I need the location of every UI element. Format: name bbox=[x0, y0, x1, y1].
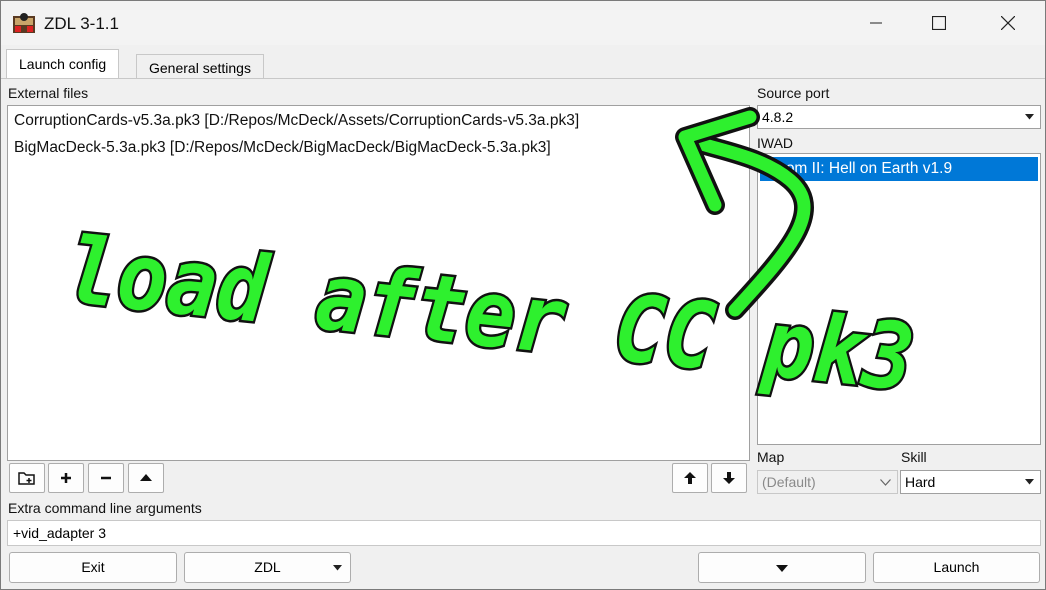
chevron-down-icon bbox=[880, 479, 891, 486]
source-port-label: Source port bbox=[757, 85, 830, 101]
add-file-button[interactable] bbox=[48, 463, 84, 493]
add-folder-icon bbox=[18, 472, 35, 485]
iwad-label: IWAD bbox=[757, 135, 794, 151]
launch-options-button[interactable] bbox=[698, 552, 866, 583]
maximize-icon bbox=[932, 16, 946, 30]
triangle-down-icon bbox=[776, 565, 788, 572]
exit-button[interactable]: Exit bbox=[9, 552, 177, 583]
title-bar: ZDL 3-1.1 bbox=[1, 1, 1045, 45]
move-up-button[interactable] bbox=[672, 463, 708, 493]
chevron-down-icon bbox=[1025, 114, 1034, 120]
map-value: (Default) bbox=[762, 474, 816, 490]
minimize-button[interactable] bbox=[853, 1, 899, 45]
arrow-down-icon bbox=[723, 472, 735, 484]
tab-general-settings[interactable]: General settings bbox=[136, 54, 264, 79]
extra-args-label: Extra command line arguments bbox=[8, 500, 202, 516]
map-select[interactable]: (Default) bbox=[757, 470, 898, 494]
zdl-window: ZDL 3-1.1 Launch config General settings… bbox=[0, 0, 1046, 590]
add-folder-button[interactable] bbox=[9, 463, 45, 493]
tab-divider bbox=[1, 78, 1045, 79]
zdl-menu-label: ZDL bbox=[254, 559, 281, 575]
source-port-select[interactable]: 4.8.2 bbox=[757, 105, 1041, 129]
minus-icon bbox=[101, 476, 111, 480]
plus-icon bbox=[61, 473, 71, 483]
iwad-item-selected[interactable]: Doom II: Hell on Earth v1.9 bbox=[760, 157, 1038, 181]
minimize-icon bbox=[870, 22, 882, 24]
triangle-up-icon bbox=[140, 474, 152, 481]
extra-args-input[interactable]: +vid_adapter 3 bbox=[7, 520, 1041, 546]
remove-file-button[interactable] bbox=[88, 463, 124, 493]
window-title: ZDL 3-1.1 bbox=[44, 14, 119, 33]
zdl-menu-button[interactable]: ZDL bbox=[184, 552, 351, 583]
map-label: Map bbox=[757, 449, 785, 465]
source-port-value: 4.8.2 bbox=[762, 109, 794, 125]
close-button[interactable] bbox=[985, 1, 1031, 45]
skill-value: Hard bbox=[905, 474, 936, 490]
chevron-down-icon bbox=[1025, 479, 1034, 485]
close-icon bbox=[1001, 16, 1015, 30]
skill-select[interactable]: Hard bbox=[900, 470, 1041, 494]
launch-button[interactable]: Launch bbox=[873, 552, 1040, 583]
external-files-list[interactable]: CorruptionCards-v5.3a.pk3 [D:/Repos/McDe… bbox=[7, 105, 750, 461]
zdl-app-icon bbox=[12, 12, 36, 34]
list-item[interactable]: BigMacDeck-5.3a.pk3 [D:/Repos/McDeck/Big… bbox=[14, 139, 551, 157]
collapse-button[interactable] bbox=[128, 463, 164, 493]
arrow-up-icon bbox=[684, 472, 696, 484]
iwad-list[interactable]: Doom II: Hell on Earth v1.9 bbox=[757, 153, 1041, 445]
list-item[interactable]: CorruptionCards-v5.3a.pk3 [D:/Repos/McDe… bbox=[14, 112, 579, 130]
chevron-down-icon bbox=[333, 565, 342, 571]
move-down-button[interactable] bbox=[711, 463, 747, 493]
maximize-button[interactable] bbox=[916, 1, 962, 45]
skill-label: Skill bbox=[901, 449, 927, 465]
tab-launch-config[interactable]: Launch config bbox=[6, 49, 120, 79]
external-files-label: External files bbox=[8, 85, 89, 101]
